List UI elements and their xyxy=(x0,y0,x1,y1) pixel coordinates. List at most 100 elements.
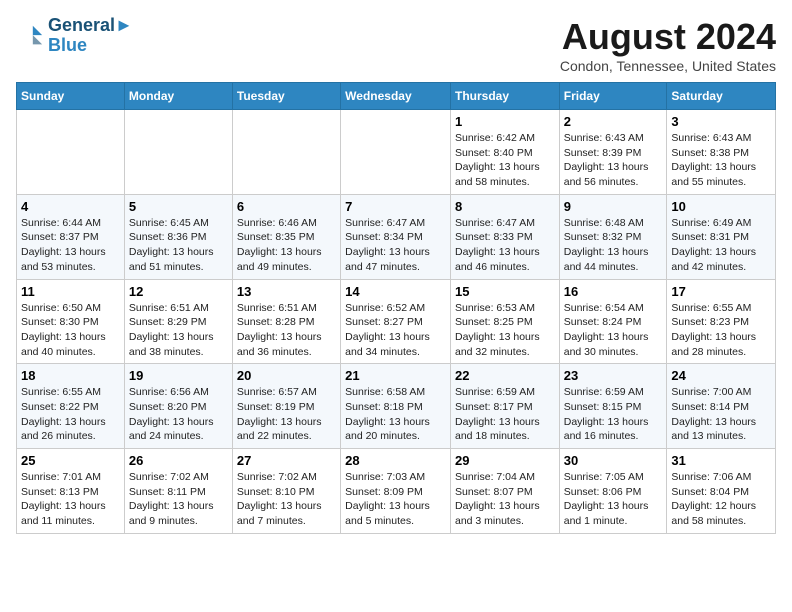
date-number: 28 xyxy=(345,453,446,468)
date-number: 16 xyxy=(564,284,663,299)
calendar-cell: 21 Sunrise: 6:58 AM Sunset: 8:18 PM Dayli… xyxy=(341,364,451,449)
date-number: 20 xyxy=(237,368,336,383)
day-headers: SundayMondayTuesdayWednesdayThursdayFrid… xyxy=(17,83,776,110)
date-number: 9 xyxy=(564,199,663,214)
date-number: 3 xyxy=(671,114,771,129)
cell-content: Sunrise: 6:51 AM Sunset: 8:29 PM Dayligh… xyxy=(129,301,228,360)
date-number: 21 xyxy=(345,368,446,383)
date-number: 30 xyxy=(564,453,663,468)
day-header-sunday: Sunday xyxy=(17,83,125,110)
day-header-friday: Friday xyxy=(559,83,667,110)
date-number: 17 xyxy=(671,284,771,299)
cell-content: Sunrise: 6:45 AM Sunset: 8:36 PM Dayligh… xyxy=(129,216,228,275)
date-number: 6 xyxy=(237,199,336,214)
cell-content: Sunrise: 6:43 AM Sunset: 8:38 PM Dayligh… xyxy=(671,131,771,190)
logo: General► Blue xyxy=(16,16,133,56)
title-area: August 2024 Condon, Tennessee, United St… xyxy=(560,16,776,74)
cell-content: Sunrise: 7:02 AM Sunset: 8:11 PM Dayligh… xyxy=(129,470,228,529)
date-number: 25 xyxy=(21,453,120,468)
cell-content: Sunrise: 6:48 AM Sunset: 8:32 PM Dayligh… xyxy=(564,216,663,275)
week-row-4: 18Sunrise: 6:55 AM Sunset: 8:22 PM Dayli… xyxy=(17,364,776,449)
week-row-5: 25 Sunrise: 7:01 AM Sunset: 8:13 PM Dayli… xyxy=(17,449,776,534)
week-row-1: 1Sunrise: 6:42 AM Sunset: 8:40 PM Daylig… xyxy=(17,110,776,195)
calendar-cell: 31Sunrise: 7:06 AM Sunset: 8:04 PM Dayli… xyxy=(667,449,776,534)
calendar-cell: 4 Sunrise: 6:44 AM Sunset: 8:37 PM Daylig… xyxy=(17,194,125,279)
cell-content: Sunrise: 6:52 AM Sunset: 8:27 PM Dayligh… xyxy=(345,301,446,360)
cell-content: Sunrise: 6:47 AM Sunset: 8:33 PM Dayligh… xyxy=(455,216,555,275)
calendar-cell: 23Sunrise: 6:59 AM Sunset: 8:15 PM Dayli… xyxy=(559,364,667,449)
calendar-cell: 1Sunrise: 6:42 AM Sunset: 8:40 PM Daylig… xyxy=(450,110,559,195)
cell-content: Sunrise: 6:43 AM Sunset: 8:39 PM Dayligh… xyxy=(564,131,663,190)
date-number: 2 xyxy=(564,114,663,129)
cell-content: Sunrise: 6:50 AM Sunset: 8:30 PM Dayligh… xyxy=(21,301,120,360)
calendar-cell: 16 Sunrise: 6:54 AM Sunset: 8:24 PM Dayli… xyxy=(559,279,667,364)
calendar-cell: 29Sunrise: 7:04 AM Sunset: 8:07 PM Dayli… xyxy=(450,449,559,534)
calendar-cell: 19 Sunrise: 6:56 AM Sunset: 8:20 PM Dayli… xyxy=(124,364,232,449)
cell-content: Sunrise: 6:51 AM Sunset: 8:28 PM Dayligh… xyxy=(237,301,336,360)
cell-content: Sunrise: 7:01 AM Sunset: 8:13 PM Dayligh… xyxy=(21,470,120,529)
calendar-cell: 6 Sunrise: 6:46 AM Sunset: 8:35 PM Daylig… xyxy=(232,194,340,279)
calendar-cell: 25 Sunrise: 7:01 AM Sunset: 8:13 PM Dayli… xyxy=(17,449,125,534)
calendar-cell: 2 Sunrise: 6:43 AM Sunset: 8:39 PM Daylig… xyxy=(559,110,667,195)
calendar-cell: 12 Sunrise: 6:51 AM Sunset: 8:29 PM Dayli… xyxy=(124,279,232,364)
calendar-cell: 27 Sunrise: 7:02 AM Sunset: 8:10 PM Dayli… xyxy=(232,449,340,534)
date-number: 26 xyxy=(129,453,228,468)
calendar-cell xyxy=(17,110,125,195)
calendar-cell: 18Sunrise: 6:55 AM Sunset: 8:22 PM Dayli… xyxy=(17,364,125,449)
cell-content: Sunrise: 6:59 AM Sunset: 8:17 PM Dayligh… xyxy=(455,385,555,444)
date-number: 19 xyxy=(129,368,228,383)
cell-content: Sunrise: 6:56 AM Sunset: 8:20 PM Dayligh… xyxy=(129,385,228,444)
logo-text: General► Blue xyxy=(48,16,133,56)
date-number: 12 xyxy=(129,284,228,299)
cell-content: Sunrise: 6:58 AM Sunset: 8:18 PM Dayligh… xyxy=(345,385,446,444)
cell-content: Sunrise: 6:44 AM Sunset: 8:37 PM Dayligh… xyxy=(21,216,120,275)
calendar-cell: 7Sunrise: 6:47 AM Sunset: 8:34 PM Daylig… xyxy=(341,194,451,279)
calendar-cell: 9 Sunrise: 6:48 AM Sunset: 8:32 PM Daylig… xyxy=(559,194,667,279)
calendar-cell: 15 Sunrise: 6:53 AM Sunset: 8:25 PM Dayli… xyxy=(450,279,559,364)
calendar-cell: 3 Sunrise: 6:43 AM Sunset: 8:38 PM Daylig… xyxy=(667,110,776,195)
calendar-cell xyxy=(232,110,340,195)
cell-content: Sunrise: 7:03 AM Sunset: 8:09 PM Dayligh… xyxy=(345,470,446,529)
date-number: 24 xyxy=(671,368,771,383)
cell-content: Sunrise: 7:00 AM Sunset: 8:14 PM Dayligh… xyxy=(671,385,771,444)
cell-content: Sunrise: 6:59 AM Sunset: 8:15 PM Dayligh… xyxy=(564,385,663,444)
week-row-2: 4 Sunrise: 6:44 AM Sunset: 8:37 PM Daylig… xyxy=(17,194,776,279)
page-header: General► Blue August 2024 Condon, Tennes… xyxy=(16,16,776,74)
cell-content: Sunrise: 6:57 AM Sunset: 8:19 PM Dayligh… xyxy=(237,385,336,444)
date-number: 31 xyxy=(671,453,771,468)
calendar-cell xyxy=(124,110,232,195)
date-number: 22 xyxy=(455,368,555,383)
cell-content: Sunrise: 7:04 AM Sunset: 8:07 PM Dayligh… xyxy=(455,470,555,529)
cell-content: Sunrise: 6:54 AM Sunset: 8:24 PM Dayligh… xyxy=(564,301,663,360)
date-number: 4 xyxy=(21,199,120,214)
date-number: 27 xyxy=(237,453,336,468)
cell-content: Sunrise: 6:55 AM Sunset: 8:23 PM Dayligh… xyxy=(671,301,771,360)
subtitle: Condon, Tennessee, United States xyxy=(560,58,776,74)
day-header-saturday: Saturday xyxy=(667,83,776,110)
calendar-cell: 24 Sunrise: 7:00 AM Sunset: 8:14 PM Dayli… xyxy=(667,364,776,449)
calendar-cell: 11Sunrise: 6:50 AM Sunset: 8:30 PM Dayli… xyxy=(17,279,125,364)
cell-content: Sunrise: 6:42 AM Sunset: 8:40 PM Dayligh… xyxy=(455,131,555,190)
calendar-cell: 30 Sunrise: 7:05 AM Sunset: 8:06 PM Dayli… xyxy=(559,449,667,534)
date-number: 14 xyxy=(345,284,446,299)
cell-content: Sunrise: 7:02 AM Sunset: 8:10 PM Dayligh… xyxy=(237,470,336,529)
day-header-tuesday: Tuesday xyxy=(232,83,340,110)
cell-content: Sunrise: 6:55 AM Sunset: 8:22 PM Dayligh… xyxy=(21,385,120,444)
day-header-wednesday: Wednesday xyxy=(341,83,451,110)
cell-content: Sunrise: 6:53 AM Sunset: 8:25 PM Dayligh… xyxy=(455,301,555,360)
calendar-cell: 14 Sunrise: 6:52 AM Sunset: 8:27 PM Dayli… xyxy=(341,279,451,364)
cell-content: Sunrise: 6:49 AM Sunset: 8:31 PM Dayligh… xyxy=(671,216,771,275)
date-number: 15 xyxy=(455,284,555,299)
calendar-cell: 8Sunrise: 6:47 AM Sunset: 8:33 PM Daylig… xyxy=(450,194,559,279)
calendar-cell: 10 Sunrise: 6:49 AM Sunset: 8:31 PM Dayli… xyxy=(667,194,776,279)
date-number: 5 xyxy=(129,199,228,214)
calendar-table: SundayMondayTuesdayWednesdayThursdayFrid… xyxy=(16,82,776,534)
calendar-cell xyxy=(341,110,451,195)
date-number: 10 xyxy=(671,199,771,214)
calendar-cell: 22 Sunrise: 6:59 AM Sunset: 8:17 PM Dayli… xyxy=(450,364,559,449)
calendar-cell: 17 Sunrise: 6:55 AM Sunset: 8:23 PM Dayli… xyxy=(667,279,776,364)
date-number: 7 xyxy=(345,199,446,214)
cell-content: Sunrise: 7:05 AM Sunset: 8:06 PM Dayligh… xyxy=(564,470,663,529)
cell-content: Sunrise: 6:46 AM Sunset: 8:35 PM Dayligh… xyxy=(237,216,336,275)
calendar-cell: 26 Sunrise: 7:02 AM Sunset: 8:11 PM Dayli… xyxy=(124,449,232,534)
